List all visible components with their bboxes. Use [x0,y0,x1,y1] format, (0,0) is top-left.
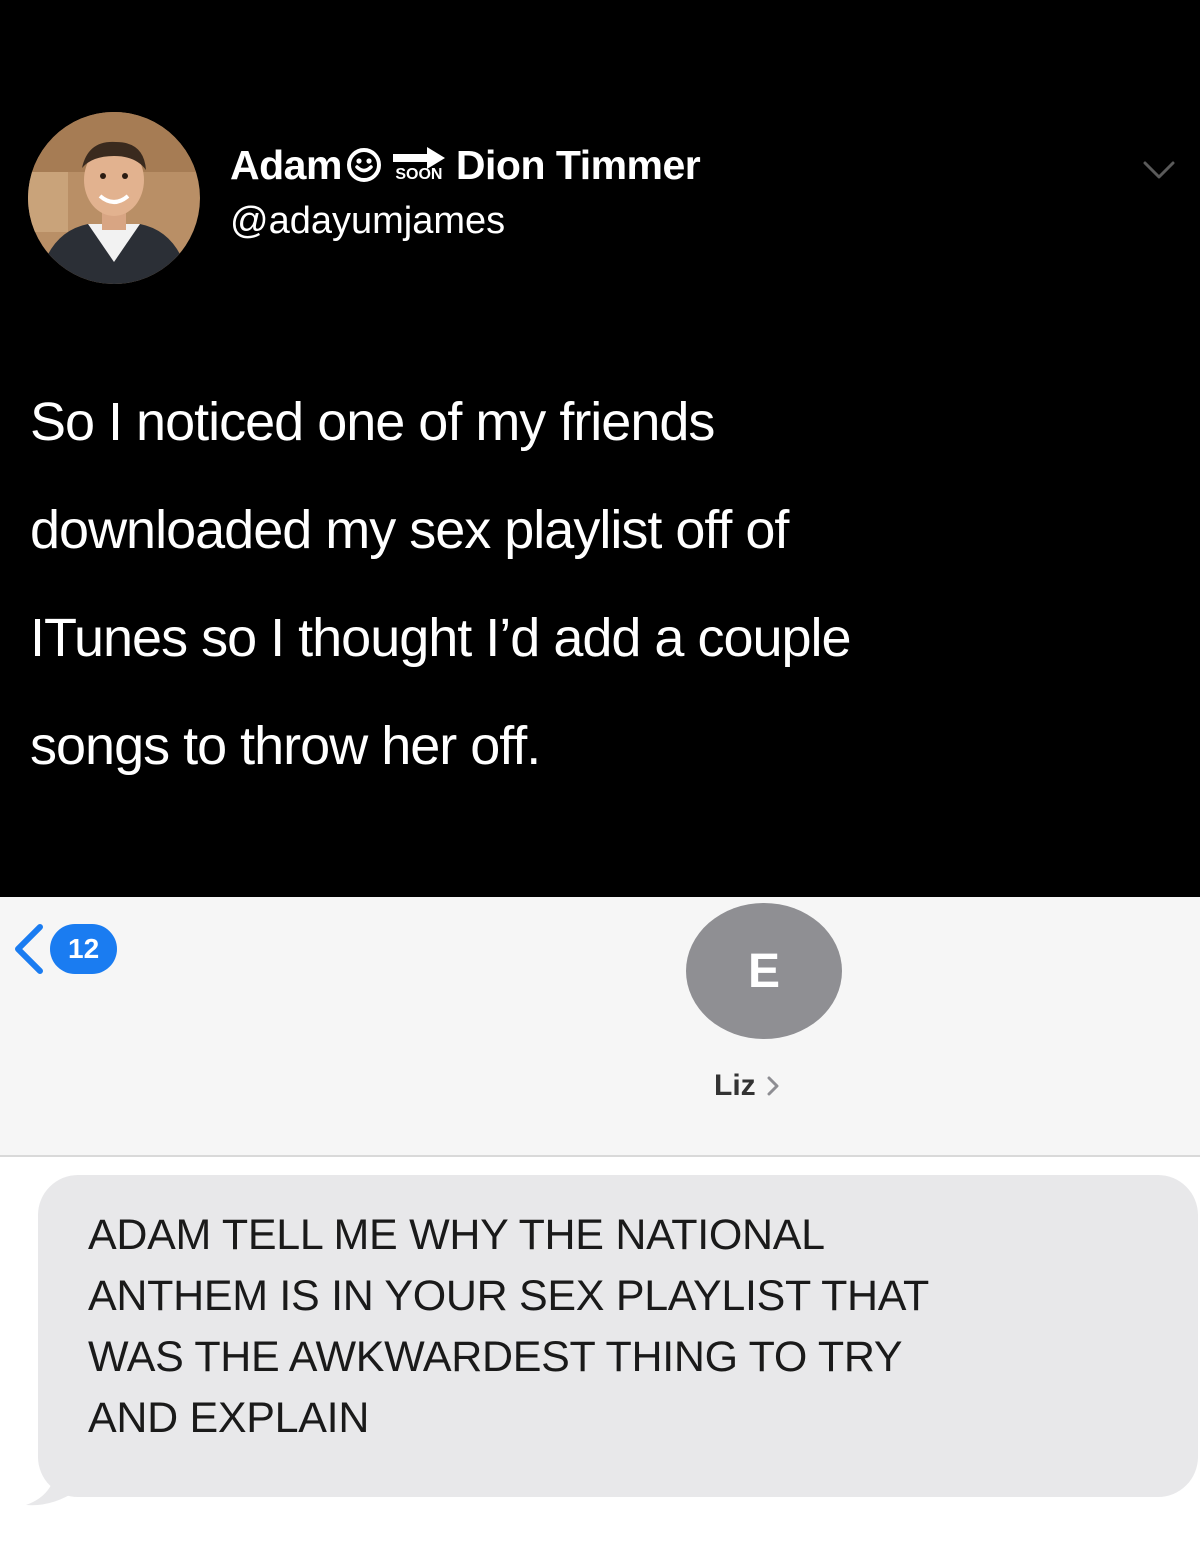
tweet-line: ITunes so I thought I’d add a couple [30,608,852,668]
soon-label: SOON [395,166,443,183]
tweet-line: So I noticed one of my friends [30,392,715,452]
message-line: WAS THE AWKWARDEST THING TO TRY [88,1333,903,1381]
tweet-line: downloaded my sex playlist off of [30,500,789,560]
display-name-first: Adam [230,141,342,188]
display-name[interactable]: Adam SOON Dion Timmer [230,140,701,190]
profile-avatar[interactable] [28,112,200,284]
contact-name: Liz [714,1069,756,1102]
chevron-left-icon [15,924,43,974]
message-line: ANTHEM IS IN YOUR SEX PLAYLIST THAT [88,1272,929,1320]
contact-avatar[interactable]: E [686,903,842,1039]
message-line: ADAM TELL ME WHY THE NATIONAL [88,1211,825,1259]
chevron-right-icon [767,1076,779,1096]
display-name-second: Dion Timmer [455,141,701,188]
tweet-text: So I noticed one of my friends downloade… [30,368,1160,800]
chevron-down-icon[interactable] [1143,160,1175,180]
conversation-header: 12 E Liz [0,897,1200,1157]
contact-info-button[interactable]: Liz [714,1069,780,1103]
tweet-card: Adam SOON Dion Timmer @adayumjames So I … [0,0,1200,897]
imessage-screen: 12 E Liz ADAM TELL ME WHY THE NATIONAL A… [0,897,1200,1558]
smiley-icon [346,147,382,183]
received-message-bubble[interactable]: ADAM TELL ME WHY THE NATIONAL ANTHEM IS … [38,1175,1198,1497]
tweet-line: songs to throw her off. [30,716,541,776]
unread-count-badge: 12 [50,924,118,974]
soon-badge: SOON [386,147,452,183]
back-button[interactable]: 12 [10,919,118,979]
message-text: ADAM TELL ME WHY THE NATIONAL ANTHEM IS … [88,1205,1158,1449]
message-line: AND EXPLAIN [88,1394,370,1442]
user-handle[interactable]: @adayumjames [230,200,505,243]
